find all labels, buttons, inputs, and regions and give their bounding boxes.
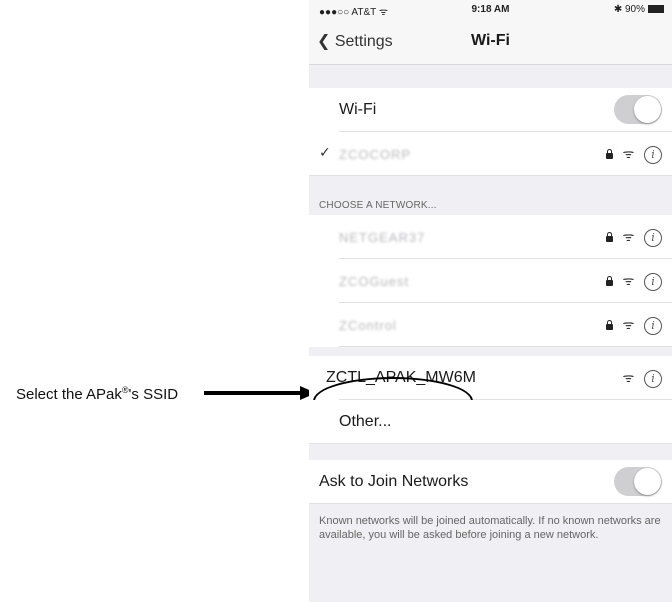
divider [309,175,672,176]
divider [309,443,672,444]
connected-network-name: ZCOCORP [339,147,411,162]
choose-network-header: CHOOSE A NETWORK... [319,200,437,211]
wifi-signal-icon: ᯤ [622,146,635,161]
divider [309,503,672,504]
network-status-icons: ᯤ i [600,144,662,164]
network-status-icons: ᯤ i [600,271,662,291]
toggle-knob [634,96,661,123]
info-icon[interactable]: i [644,229,662,247]
battery-label: ✱ 90% [613,4,645,15]
callout-text-after: 's SSID [128,386,179,403]
wifi-signal-icon: ᯤ [622,370,635,385]
callout-registered-mark: ® [121,385,129,395]
lock-icon [605,149,613,159]
divider [339,346,672,347]
lock-icon [605,320,613,330]
wifi-toggle-row: Wi-Fi [309,88,672,132]
battery-icon [648,5,664,14]
network-name: ZControl [339,318,397,333]
ask-to-join-footer: Known networks will be joined automatica… [319,515,661,541]
network-status-icons: ᯤ i [617,368,662,388]
callout-label: Select the APak®'s SSID [16,385,179,404]
ask-to-join-label: Ask to Join Networks [319,473,469,490]
wifi-toggle-switch[interactable] [614,95,662,124]
wifi-signal-icon: ᯤ [622,317,635,332]
network-status-icons: ᯤ i [600,227,662,247]
network-row[interactable]: ZCOGuest ᯤ i [309,259,672,303]
network-row[interactable]: NETGEAR37 ᯤ i [309,215,672,259]
ask-to-join-row: Ask to Join Networks [309,460,672,504]
wifi-toggle-label: Wi-Fi [339,101,377,118]
network-row[interactable]: ZControl ᯤ i [309,303,672,347]
wifi-signal-icon: ᯤ [622,273,635,288]
wifi-signal-icon: ᯤ [622,229,635,244]
lock-icon [605,276,613,286]
info-icon[interactable]: i [644,317,662,335]
ask-to-join-toggle-switch[interactable] [614,467,662,496]
network-status-icons: ᯤ i [600,315,662,335]
other-network-label: Other... [339,413,392,430]
info-icon[interactable]: i [644,273,662,291]
callout-text-before: Select the APak [16,386,122,403]
info-icon[interactable]: i [644,370,662,388]
status-bar: ●●●○○ AT&T ᯤ 9:18 AM ✱ 90% [309,0,672,20]
battery-status: ✱ 90% [614,4,664,15]
page-title: Wi-Fi [471,32,510,49]
info-icon[interactable]: i [644,146,662,164]
network-name: ZCOGuest [339,274,410,289]
other-network-row[interactable]: Other... [309,400,672,444]
nav-bar: ❮ Settings Wi-Fi [309,20,672,65]
checkmark-icon: ✓ [319,144,331,160]
connected-network-row[interactable]: ✓ ZCOCORP ᯤ i [309,132,672,176]
lock-icon [605,232,613,242]
phone-screen: ●●●○○ AT&T ᯤ 9:18 AM ✱ 90% ❮ Settings Wi… [309,0,672,602]
toggle-knob [634,468,661,495]
network-name: NETGEAR37 [339,230,426,245]
